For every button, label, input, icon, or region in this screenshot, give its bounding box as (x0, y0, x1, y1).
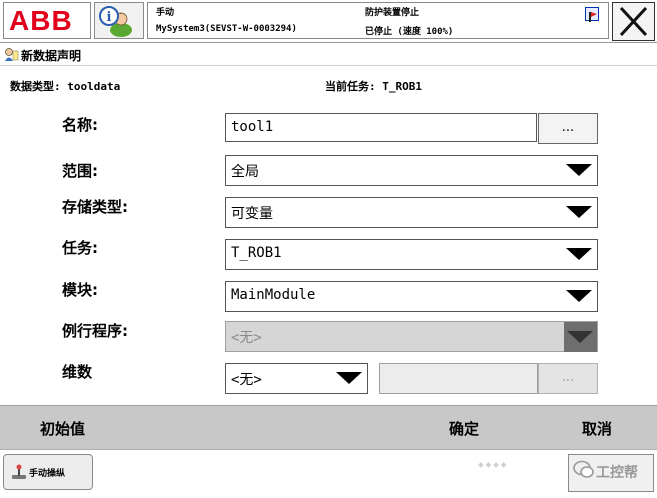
run-state: 已停止 (速度 100%) (365, 27, 454, 37)
close-icon (619, 6, 648, 37)
scope-value: 全局 (231, 164, 259, 180)
abb-logo: ABB (9, 5, 73, 36)
chevron-down-icon (566, 248, 592, 260)
scope-dropdown[interactable]: 全局 (225, 155, 598, 186)
top-bar: ABB i 手动 MySystem3(SEVST-W-0003294) 防护装置… (0, 0, 657, 43)
routine-dropdown-arrow (564, 322, 597, 352)
abb-menu-button[interactable]: ABB (3, 2, 91, 39)
ok-button[interactable]: 确定 (449, 418, 479, 439)
wechat-icon (573, 460, 594, 478)
name-label: 名称: (62, 116, 98, 134)
data-declaration-icon (5, 48, 19, 61)
scope-label: 范围: (62, 162, 98, 180)
task-label: 任务: (62, 239, 98, 257)
module-value: MainModule (231, 287, 316, 303)
name-field[interactable]: tool1 (225, 113, 537, 142)
watermark-dots: ⬥⬥⬥⬥ (478, 460, 509, 469)
name-ellipsis-button[interactable]: ... (538, 113, 598, 144)
command-bar: 初始值 确定 取消 (0, 405, 657, 449)
jogging-task-button[interactable]: 手动操纵 (3, 454, 93, 490)
chevron-down-icon (566, 206, 592, 218)
taskbar: 手动操纵 ⬥⬥⬥⬥ 工控帮 (0, 449, 657, 498)
task-dropdown[interactable]: T_ROB1 (225, 239, 598, 270)
chevron-down-icon (566, 290, 592, 302)
event-log-icon (585, 7, 599, 22)
storage-type-dropdown[interactable]: 可变量 (225, 197, 598, 228)
initial-value-button[interactable]: 初始值 (40, 418, 85, 439)
module-dropdown[interactable]: MainModule (225, 281, 598, 312)
guard-status: 防护装置停止 (365, 8, 420, 18)
watermark-text: 工控帮 (596, 465, 638, 481)
current-task-label: 当前任务: T_ROB1 (325, 80, 422, 93)
dimension-value: <无> (231, 372, 262, 388)
chevron-down-icon (566, 164, 592, 176)
system-name: MySystem3(SEVST-W-0003294) (156, 24, 297, 34)
jogging-label: 手动操纵 (29, 469, 66, 479)
routine-dropdown: <无> (225, 321, 598, 352)
task-value: T_ROB1 (231, 245, 282, 261)
info-row: 数据类型: tooldata 当前任务: T_ROB1 (0, 78, 657, 96)
storage-type-value: 可变量 (231, 206, 273, 222)
quickset-info-button[interactable]: i (94, 2, 144, 39)
chevron-down-icon (336, 372, 362, 384)
dimension-dropdown[interactable]: <无> (225, 363, 368, 394)
dimension-ellipsis-button: ... (538, 363, 598, 394)
operator-info-icon: i (99, 6, 132, 37)
page-title: 新数据声明 (21, 49, 82, 63)
close-button[interactable] (612, 2, 655, 41)
routine-value: <无> (231, 330, 262, 346)
joystick-icon (12, 464, 26, 479)
storage-type-label: 存储类型: (62, 198, 128, 216)
status-bar[interactable]: 手动 MySystem3(SEVST-W-0003294) 防护装置停止 已停止… (147, 2, 609, 39)
operating-mode: 手动 (156, 8, 175, 18)
window-title-bar: 新数据声明 (0, 44, 657, 66)
data-type-label: 数据类型: tooldata (10, 80, 121, 93)
svg-text:i: i (107, 10, 112, 25)
cancel-button[interactable]: 取消 (582, 418, 612, 439)
routine-label: 例行程序: (62, 322, 128, 340)
dimension-size-field (379, 363, 538, 394)
dimension-label: 维数 (62, 363, 93, 381)
module-label: 模块: (62, 281, 98, 299)
name-value: tool1 (231, 119, 274, 135)
chevron-down-icon (567, 331, 593, 343)
